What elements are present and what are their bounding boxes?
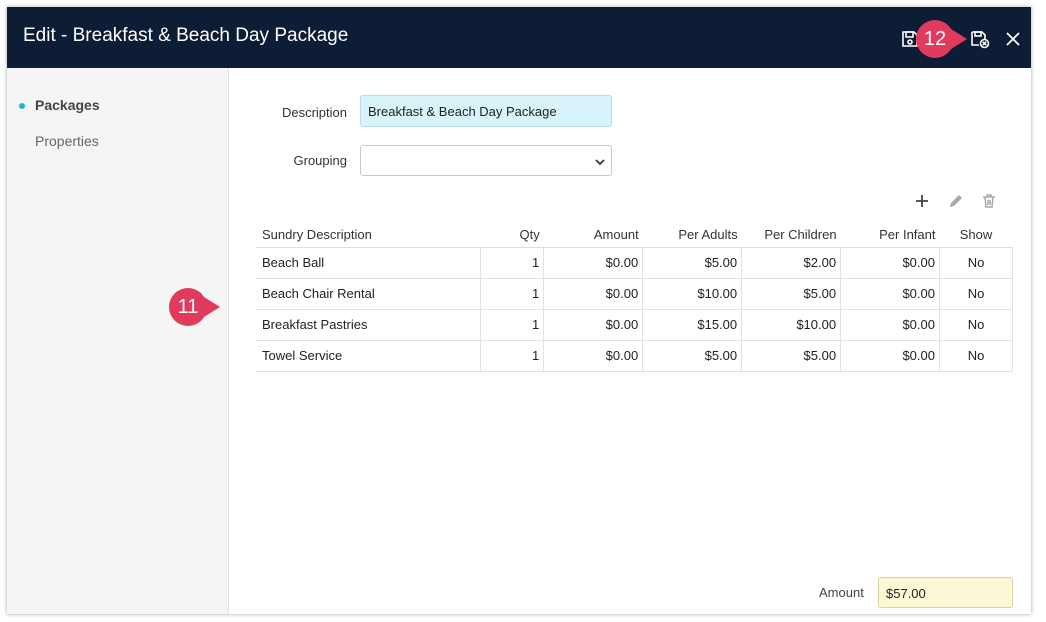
sidebar: Packages Properties xyxy=(7,68,229,614)
column-header-per-children[interactable]: Per Children xyxy=(741,222,841,248)
sidebar-item-label: Properties xyxy=(35,133,99,149)
table-row[interactable]: Breakfast Pastries 1 $0.00 $15.00 $10.00… xyxy=(256,308,1013,341)
description-label: Description xyxy=(281,105,347,120)
cell-per-children: $5.00 xyxy=(741,339,842,372)
cell-show: No xyxy=(939,308,1013,341)
grouping-label: Grouping xyxy=(293,153,347,168)
column-header-amount[interactable]: Amount xyxy=(543,222,643,248)
cell-per-children: $2.00 xyxy=(741,246,842,279)
cell-show: No xyxy=(939,277,1013,310)
cell-per-adults: $10.00 xyxy=(642,277,743,310)
cell-per-infant: $0.00 xyxy=(840,246,940,279)
cell-show: No xyxy=(939,246,1013,279)
cell-qty: 1 xyxy=(480,339,545,372)
description-input[interactable]: Breakfast & Beach Day Package xyxy=(360,95,612,127)
cell-amount: $0.00 xyxy=(543,308,644,341)
column-header-per-adults[interactable]: Per Adults xyxy=(642,222,742,248)
cell-amount: $0.00 xyxy=(543,246,644,279)
amount-field: $57.00 xyxy=(878,577,1013,608)
edit-icon[interactable] xyxy=(948,193,964,209)
cell-qty: 1 xyxy=(480,246,545,279)
table-row[interactable]: Towel Service 1 $0.00 $5.00 $5.00 $0.00 … xyxy=(256,339,1013,372)
column-header-qty[interactable]: Qty xyxy=(480,222,544,248)
close-icon[interactable] xyxy=(1003,29,1023,49)
cell-per-infant: $0.00 xyxy=(840,308,940,341)
cell-per-adults: $5.00 xyxy=(642,339,743,372)
cell-description: Beach Ball xyxy=(256,246,482,279)
edit-package-dialog: Edit - Breakfast & Beach Day Package Pac… xyxy=(7,7,1031,614)
chevron-down-icon xyxy=(594,155,606,167)
cell-per-adults: $15.00 xyxy=(642,308,743,341)
cell-amount: $0.00 xyxy=(543,339,644,372)
cell-per-children: $10.00 xyxy=(741,308,842,341)
sundry-table: Sundry Description Qty Amount Per Adults… xyxy=(256,222,1013,372)
table-row[interactable]: Beach Ball 1 $0.00 $5.00 $2.00 $0.00 No xyxy=(256,246,1013,279)
column-header-show[interactable]: Show xyxy=(939,222,1013,248)
add-icon[interactable] xyxy=(914,193,930,209)
dialog-titlebar: Edit - Breakfast & Beach Day Package xyxy=(7,7,1031,68)
table-row[interactable]: Beach Chair Rental 1 $0.00 $10.00 $5.00 … xyxy=(256,277,1013,310)
cell-show: No xyxy=(939,339,1013,372)
callout-marker-11: 11 xyxy=(169,288,220,326)
amount-label: Amount xyxy=(819,585,864,600)
cell-description: Breakfast Pastries xyxy=(256,308,482,341)
cell-qty: 1 xyxy=(480,308,545,341)
cell-amount: $0.00 xyxy=(543,277,644,310)
sidebar-item-properties[interactable]: Properties xyxy=(35,133,99,149)
active-indicator-dot xyxy=(19,103,25,109)
save-close-icon[interactable] xyxy=(970,29,990,49)
callout-marker-12: 12 xyxy=(916,20,967,58)
cell-per-children: $5.00 xyxy=(741,277,842,310)
sidebar-item-label: Packages xyxy=(35,97,100,113)
column-header-sundry-description[interactable]: Sundry Description xyxy=(256,222,481,248)
sidebar-item-packages[interactable]: Packages xyxy=(19,97,100,113)
grouping-select[interactable] xyxy=(360,145,612,176)
cell-per-adults: $5.00 xyxy=(642,246,743,279)
dialog-title: Edit - Breakfast & Beach Day Package xyxy=(23,25,349,46)
cell-description: Towel Service xyxy=(256,339,482,372)
cell-per-infant: $0.00 xyxy=(840,277,940,310)
cell-per-infant: $0.00 xyxy=(840,339,940,372)
table-header-row: Sundry Description Qty Amount Per Adults… xyxy=(256,222,1013,248)
cell-qty: 1 xyxy=(480,277,545,310)
cell-description: Beach Chair Rental xyxy=(256,277,482,310)
delete-icon[interactable] xyxy=(981,193,997,209)
column-header-per-infant[interactable]: Per Infant xyxy=(840,222,940,248)
